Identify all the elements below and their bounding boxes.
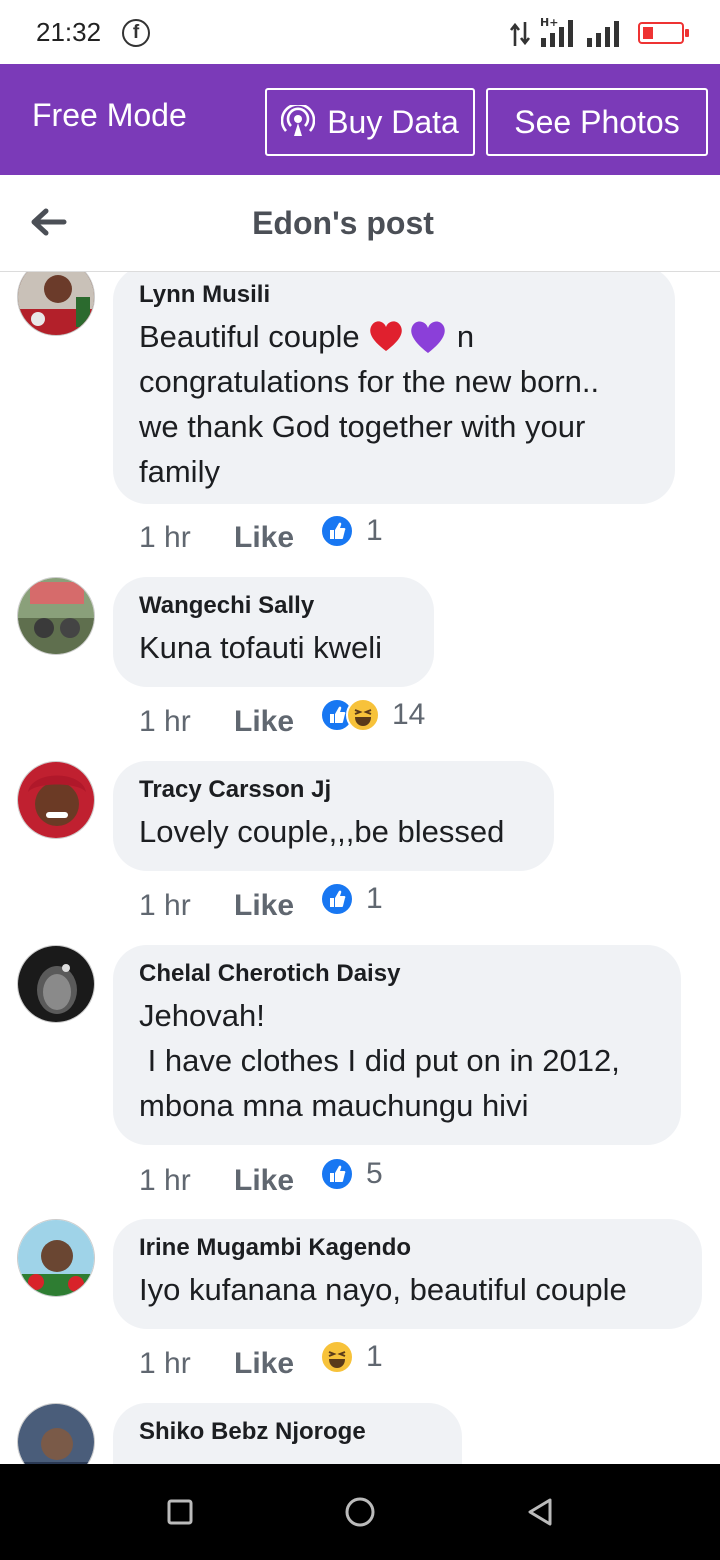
- status-time: 21:32: [36, 17, 102, 47]
- comment-meta: 1 hr Like 5: [139, 1157, 383, 1203]
- reaction-count: 5: [366, 1157, 383, 1190]
- comment-meta: 1 hr Like 14: [139, 698, 425, 744]
- home-icon[interactable]: [344, 1496, 376, 1528]
- signal-icon-1: H+: [540, 16, 573, 47]
- comments-list[interactable]: Lynn Musili Beautiful couple n congratul…: [0, 272, 720, 1464]
- comment-time[interactable]: 1 hr: [139, 889, 234, 923]
- broadcast-icon: [281, 105, 316, 136]
- reaction-count: 1: [366, 514, 383, 547]
- comment-author[interactable]: Lynn Musili: [139, 280, 649, 310]
- reaction-summary[interactable]: 14: [320, 698, 425, 732]
- comment-text: Iyo kufanana nayo, beautiful couple: [139, 1272, 627, 1307]
- comment-time[interactable]: 1 hr: [139, 1347, 234, 1381]
- comment-author[interactable]: Chelal Cherotich Daisy: [139, 959, 655, 989]
- buy-data-label: Buy Data: [327, 103, 459, 140]
- system-navigation-bar: [0, 1464, 720, 1560]
- comment-meta: 1 hr Like 1: [139, 514, 383, 560]
- svg-text:H+: H+: [540, 16, 558, 29]
- free-mode-bar: Free Mode Buy Data See Photos: [0, 64, 720, 175]
- comment-text: Beautiful couple n congratulations for t…: [139, 314, 649, 494]
- comment-time[interactable]: 1 hr: [139, 705, 234, 739]
- status-icons: H+: [508, 16, 689, 48]
- comment-text-part: Beautiful couple: [139, 319, 369, 354]
- comment-bubble[interactable]: Chelal Cherotich Daisy Jehovah! I have c…: [113, 945, 681, 1145]
- comment-author[interactable]: Tracy Carsson Jj: [139, 775, 528, 805]
- like-reaction-icon: [320, 1157, 354, 1191]
- comment-author[interactable]: Wangechi Sally: [139, 591, 408, 621]
- comment-bubble[interactable]: Shiko Bebz Njoroge: [113, 1403, 462, 1464]
- back-triangle-icon[interactable]: [524, 1496, 556, 1528]
- reaction-summary[interactable]: 1: [320, 514, 383, 548]
- signal-icon-2: [587, 21, 619, 47]
- like-button[interactable]: Like: [234, 1347, 320, 1381]
- purple-heart-emoji-icon: [411, 321, 445, 353]
- reaction-count: 1: [366, 882, 383, 915]
- comment-bubble[interactable]: Tracy Carsson Jj Lovely couple,,,be bles…: [113, 761, 554, 871]
- reaction-summary[interactable]: 5: [320, 1157, 383, 1191]
- like-button[interactable]: Like: [234, 889, 320, 923]
- avatar[interactable]: [17, 1403, 95, 1464]
- reaction-count: 14: [392, 698, 426, 731]
- free-mode-label: Free Mode: [32, 97, 187, 133]
- comment-text: Lovely couple,,,be blessed: [139, 814, 505, 849]
- comment-bubble[interactable]: Lynn Musili Beautiful couple n congratul…: [113, 272, 675, 504]
- like-reaction-icon: [320, 514, 354, 548]
- buy-data-button[interactable]: Buy Data: [265, 88, 475, 156]
- avatar[interactable]: [17, 945, 95, 1023]
- haha-reaction-icon: [320, 1340, 354, 1374]
- like-button[interactable]: Like: [234, 1164, 320, 1198]
- see-photos-label: See Photos: [514, 103, 680, 140]
- see-photos-button[interactable]: See Photos: [486, 88, 708, 156]
- avatar[interactable]: [17, 761, 95, 839]
- reaction-summary[interactable]: 1: [320, 882, 383, 916]
- comment-author[interactable]: Shiko Bebz Njoroge: [139, 1417, 436, 1447]
- like-button[interactable]: Like: [234, 521, 320, 555]
- comment-time[interactable]: 1 hr: [139, 521, 234, 555]
- data-transfer-icon: [509, 22, 531, 46]
- avatar[interactable]: [17, 1219, 95, 1297]
- comment-bubble[interactable]: Wangechi Sally Kuna tofauti kweli: [113, 577, 434, 687]
- comment-author[interactable]: Irine Mugambi Kagendo: [139, 1233, 676, 1263]
- comment-bubble[interactable]: Irine Mugambi Kagendo Iyo kufanana nayo,…: [113, 1219, 702, 1329]
- recent-apps-icon[interactable]: [164, 1496, 196, 1528]
- comment-text: Jehovah! I have clothes I did put on in …: [139, 998, 620, 1123]
- comment-text: Kuna tofauti kweli: [139, 630, 382, 665]
- facebook-icon: f: [122, 19, 150, 47]
- status-bar: 21:32 f H+: [0, 0, 720, 64]
- comment-meta: 1 hr Like 1: [139, 882, 383, 928]
- like-reaction-icon: [320, 882, 354, 916]
- comment-meta: 1 hr Like 1: [139, 1340, 383, 1386]
- avatar[interactable]: [17, 272, 95, 336]
- avatar[interactable]: [17, 577, 95, 655]
- battery-icon: [638, 22, 689, 44]
- reaction-count: 1: [366, 1340, 383, 1373]
- like-button[interactable]: Like: [234, 705, 320, 739]
- reaction-summary[interactable]: 1: [320, 1340, 383, 1374]
- comment-time[interactable]: 1 hr: [139, 1164, 234, 1198]
- post-header: Edon's post: [0, 175, 720, 272]
- page-title: Edon's post: [252, 205, 434, 241]
- red-heart-emoji-icon: [370, 321, 402, 351]
- haha-reaction-icon: [346, 698, 380, 732]
